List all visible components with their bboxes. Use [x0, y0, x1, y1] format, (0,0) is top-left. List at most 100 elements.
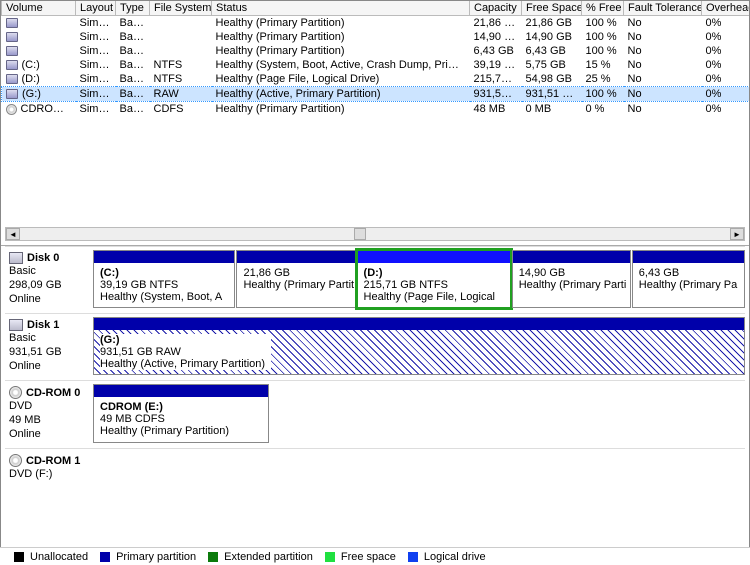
scroll-left-button[interactable]: ◄: [6, 228, 20, 240]
scroll-right-button[interactable]: ►: [730, 228, 744, 240]
scroll-thumb[interactable]: [354, 228, 366, 240]
partition-size: 6,43 GB: [639, 267, 738, 279]
table-row[interactable]: SimpleBasicHealthy (Primary Partition)6,…: [2, 44, 750, 58]
column-header[interactable]: Volume: [2, 1, 76, 16]
volume-cell: Healthy (Primary Partition): [212, 16, 470, 31]
column-header[interactable]: Type: [116, 1, 150, 16]
partition-body: 21,86 GBHealthy (Primary Partit: [237, 263, 354, 307]
partition[interactable]: 21,86 GBHealthy (Primary Partit: [236, 250, 355, 308]
legend-label: Unallocated: [30, 551, 88, 563]
partition[interactable]: 14,90 GBHealthy (Primary Parti: [512, 250, 631, 308]
volume-cell: 39,19 GB: [470, 58, 522, 72]
volume-cell: 6,43 GB: [470, 44, 522, 58]
volume-cell: Basic: [116, 30, 150, 44]
disk-info-line: Online: [9, 359, 89, 373]
horizontal-scrollbar[interactable]: ◄ ►: [5, 227, 745, 241]
volume-cell: No: [624, 30, 702, 44]
partition-color-bar: [513, 251, 630, 263]
column-header[interactable]: Status: [212, 1, 470, 16]
disk-info[interactable]: CD-ROM 1DVD (F:): [5, 452, 93, 485]
volume-cell: 100 %: [582, 16, 624, 31]
volume-cell: 14,90 GB: [522, 30, 582, 44]
volume-cell: Healthy (Active, Primary Partition): [212, 87, 470, 102]
volume-cell: 6,43 GB: [522, 44, 582, 58]
volume-cell: Simple: [76, 16, 116, 31]
volume-cell: [150, 30, 212, 44]
cd-icon: [9, 454, 22, 467]
volume-cell: Basic: [116, 16, 150, 31]
volume-table[interactable]: VolumeLayoutTypeFile SystemStatusCapacit…: [1, 1, 749, 116]
disk-icon: [9, 252, 23, 264]
disk-row: CD-ROM 1DVD (F:): [5, 448, 745, 485]
volume-cell: 0 %: [582, 102, 624, 117]
volume-cell: Simple: [76, 102, 116, 117]
volume-cell: 21,86 GB: [470, 16, 522, 31]
volume-cell: 931,51 GB: [522, 87, 582, 102]
disk-row: Disk 0Basic298,09 GBOnline(C:)39,19 GB N…: [5, 246, 745, 310]
partition[interactable]: (C:)39,19 GB NTFSHealthy (System, Boot, …: [93, 250, 235, 308]
disk-info-line: DVD: [9, 399, 89, 413]
volume-name: (D:): [22, 73, 40, 85]
partition[interactable]: 6,43 GBHealthy (Primary Pa: [632, 250, 745, 308]
disk-info-line: Basic: [9, 264, 89, 278]
disk-icon: [6, 18, 18, 28]
partition-status: Healthy (Primary Parti: [519, 279, 624, 291]
table-row[interactable]: SimpleBasicHealthy (Primary Partition)14…: [2, 30, 750, 44]
table-row[interactable]: (G:)SimpleBasicRAWHealthy (Active, Prima…: [2, 87, 750, 102]
partition-status: Healthy (Primary Partit: [243, 279, 348, 291]
column-header[interactable]: File System: [150, 1, 212, 16]
volume-cell: Simple: [76, 72, 116, 87]
partition-color-bar: [633, 251, 744, 263]
column-header[interactable]: Fault Tolerance: [624, 1, 702, 16]
volume-cell: Simple: [76, 58, 116, 72]
disk-title: Disk 0: [27, 252, 59, 264]
volume-cell: CDFS: [150, 102, 212, 117]
partition-color-bar: [94, 385, 268, 397]
volume-name: CDROM (E:): [21, 103, 76, 115]
disk-info-line: Online: [9, 427, 89, 441]
partition-color-bar: [237, 251, 354, 263]
legend-swatch: [325, 552, 335, 562]
volume-cell: Basic: [116, 87, 150, 102]
volume-cell: 0 MB: [522, 102, 582, 117]
partition-color-bar: [358, 251, 510, 263]
volume-cell: 54,98 GB: [522, 72, 582, 87]
disk-info-line: DVD (F:): [9, 467, 89, 481]
volume-cell: Simple: [76, 87, 116, 102]
partition-status: Healthy (Primary Partition): [100, 425, 262, 437]
table-row[interactable]: (C:)SimpleBasicNTFSHealthy (System, Boot…: [2, 58, 750, 72]
volume-cell: 215,71 GB: [470, 72, 522, 87]
volume-cell: 25 %: [582, 72, 624, 87]
column-header[interactable]: Overhead: [702, 1, 750, 16]
volume-cell: 5,75 GB: [522, 58, 582, 72]
volume-cell: Healthy (System, Boot, Active, Crash Dum…: [212, 58, 470, 72]
column-header[interactable]: % Free: [582, 1, 624, 16]
scroll-track[interactable]: [20, 228, 730, 240]
legend-bar: UnallocatedPrimary partitionExtended par…: [0, 547, 750, 565]
table-row[interactable]: SimpleBasic Healthy (Primary Partition)21…: [2, 16, 750, 31]
legend-label: Free space: [341, 551, 396, 563]
partition-size: 21,86 GB: [243, 267, 348, 279]
volume-cell: No: [624, 44, 702, 58]
table-row[interactable]: (D:)SimpleBasicNTFSHealthy (Page File, L…: [2, 72, 750, 87]
volume-cell: Basic: [116, 72, 150, 87]
disk-info[interactable]: Disk 1Basic931,51 GBOnline: [5, 317, 93, 377]
disk-info[interactable]: CD-ROM 0DVD49 MBOnline: [5, 384, 93, 445]
disk-graphical-pane: Disk 0Basic298,09 GBOnline(C:)39,19 GB N…: [1, 246, 749, 546]
volume-name: (C:): [22, 59, 40, 71]
volume-cell: 48 MB: [470, 102, 522, 117]
column-header[interactable]: Capacity: [470, 1, 522, 16]
column-header[interactable]: Free Space: [522, 1, 582, 16]
partition-color-bar: [94, 251, 234, 263]
partition[interactable]: (D:)215,71 GB NTFSHealthy (Page File, Lo…: [357, 250, 511, 308]
partition[interactable]: (G:)931,51 GB RAWHealthy (Active, Primar…: [93, 317, 745, 375]
disk-info[interactable]: Disk 0Basic298,09 GBOnline: [5, 250, 93, 310]
partition[interactable]: CDROM (E:)49 MB CDFSHealthy (Primary Par…: [93, 384, 269, 443]
cd-icon: [9, 386, 22, 399]
volume-cell: Healthy (Primary Partition): [212, 44, 470, 58]
table-row[interactable]: CDROM (E:)SimpleBasicCDFSHealthy (Primar…: [2, 102, 750, 117]
legend-label: Primary partition: [116, 551, 196, 563]
partition-status: Healthy (Active, Primary Partition): [100, 358, 265, 370]
partition-size: 49 MB CDFS: [100, 413, 262, 425]
column-header[interactable]: Layout: [76, 1, 116, 16]
